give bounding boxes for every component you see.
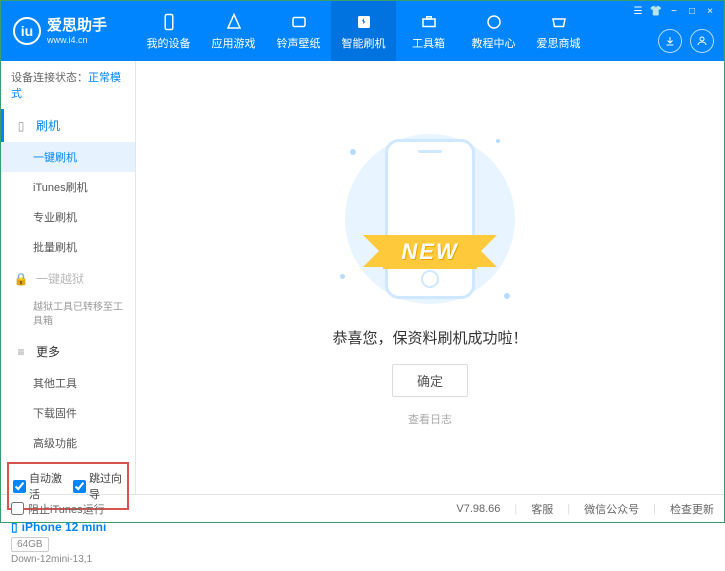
sidebar-item-itunes-flash[interactable]: iTunes刷机 bbox=[1, 172, 135, 202]
nav-apps[interactable]: 应用游戏 bbox=[201, 1, 266, 61]
device-model: Down-12mini-13,1 bbox=[11, 554, 125, 565]
phone-icon: ▯ bbox=[14, 119, 28, 133]
view-log-link[interactable]: 查看日志 bbox=[408, 411, 452, 427]
nav-ringtones[interactable]: 铃声壁纸 bbox=[266, 1, 331, 61]
connection-status: 设备连接状态：正常模式 bbox=[1, 61, 135, 109]
app-title: 爱思助手 bbox=[47, 17, 107, 35]
sidebar-item-download-firmware[interactable]: 下载固件 bbox=[1, 398, 135, 428]
ok-button[interactable]: 确定 bbox=[392, 364, 468, 397]
main-content: NEW 恭喜您，保资料刷机成功啦！ 确定 查看日志 bbox=[136, 61, 724, 494]
minimize-icon[interactable]: − bbox=[666, 4, 682, 18]
auto-activate-checkbox[interactable]: 自动激活 bbox=[13, 470, 63, 502]
nav-my-device[interactable]: 我的设备 bbox=[136, 1, 201, 61]
sidebar-item-pro-flash[interactable]: 专业刷机 bbox=[1, 202, 135, 232]
lock-icon: 🔒 bbox=[14, 272, 28, 286]
user-icon[interactable] bbox=[690, 29, 714, 53]
check-update-link[interactable]: 检查更新 bbox=[670, 501, 714, 517]
sidebar-item-advanced[interactable]: 高级功能 bbox=[1, 428, 135, 458]
nav-toolbox[interactable]: 工具箱 bbox=[396, 1, 461, 61]
wechat-link[interactable]: 微信公众号 bbox=[584, 501, 639, 517]
nav-store[interactable]: 爱思商城 bbox=[526, 1, 591, 61]
main-nav: 我的设备 应用游戏 铃声壁纸 智能刷机 工具箱 教程中心 爱思商城 bbox=[136, 1, 591, 61]
success-illustration: NEW bbox=[330, 129, 530, 309]
menu-icon[interactable]: ☰ bbox=[630, 4, 646, 18]
close-icon[interactable]: × bbox=[702, 4, 718, 18]
logo-area: iu 爱思助手 www.i4.cn bbox=[1, 17, 136, 46]
block-itunes-checkbox[interactable]: 阻止iTunes运行 bbox=[11, 501, 105, 517]
service-link[interactable]: 客服 bbox=[531, 501, 553, 517]
sidebar-item-other-tools[interactable]: 其他工具 bbox=[1, 368, 135, 398]
skip-guide-checkbox[interactable]: 跳过向导 bbox=[73, 470, 123, 502]
sidebar-section-more[interactable]: ≡ 更多 bbox=[1, 335, 135, 368]
nav-smart-flash[interactable]: 智能刷机 bbox=[331, 1, 396, 61]
phone-small-icon: ▯ bbox=[11, 520, 18, 534]
window-controls: ☰ 👕 − □ × bbox=[624, 1, 724, 21]
jailbreak-note: 越狱工具已转移至工具箱 bbox=[1, 295, 135, 335]
more-icon: ≡ bbox=[14, 345, 28, 359]
app-header: iu 爱思助手 www.i4.cn 我的设备 应用游戏 铃声壁纸 智能刷机 工具… bbox=[1, 1, 724, 61]
new-ribbon: NEW bbox=[383, 235, 476, 269]
download-icon[interactable] bbox=[658, 29, 682, 53]
sidebar-section-jailbreak[interactable]: 🔒 一键越狱 bbox=[1, 262, 135, 295]
maximize-icon[interactable]: □ bbox=[684, 4, 700, 18]
sidebar: 设备连接状态：正常模式 ▯ 刷机 一键刷机 iTunes刷机 专业刷机 批量刷机… bbox=[1, 61, 136, 494]
sidebar-item-batch-flash[interactable]: 批量刷机 bbox=[1, 232, 135, 262]
success-message: 恭喜您，保资料刷机成功啦！ bbox=[332, 327, 527, 348]
sidebar-section-flash[interactable]: ▯ 刷机 bbox=[1, 109, 135, 142]
logo-icon: iu bbox=[13, 17, 41, 45]
app-url: www.i4.cn bbox=[47, 35, 107, 46]
sidebar-item-oneclick-flash[interactable]: 一键刷机 bbox=[1, 142, 135, 172]
device-capacity: 64GB bbox=[11, 537, 49, 552]
skin-icon[interactable]: 👕 bbox=[648, 4, 664, 18]
nav-tutorials[interactable]: 教程中心 bbox=[461, 1, 526, 61]
version-label: V7.98.66 bbox=[456, 503, 500, 515]
